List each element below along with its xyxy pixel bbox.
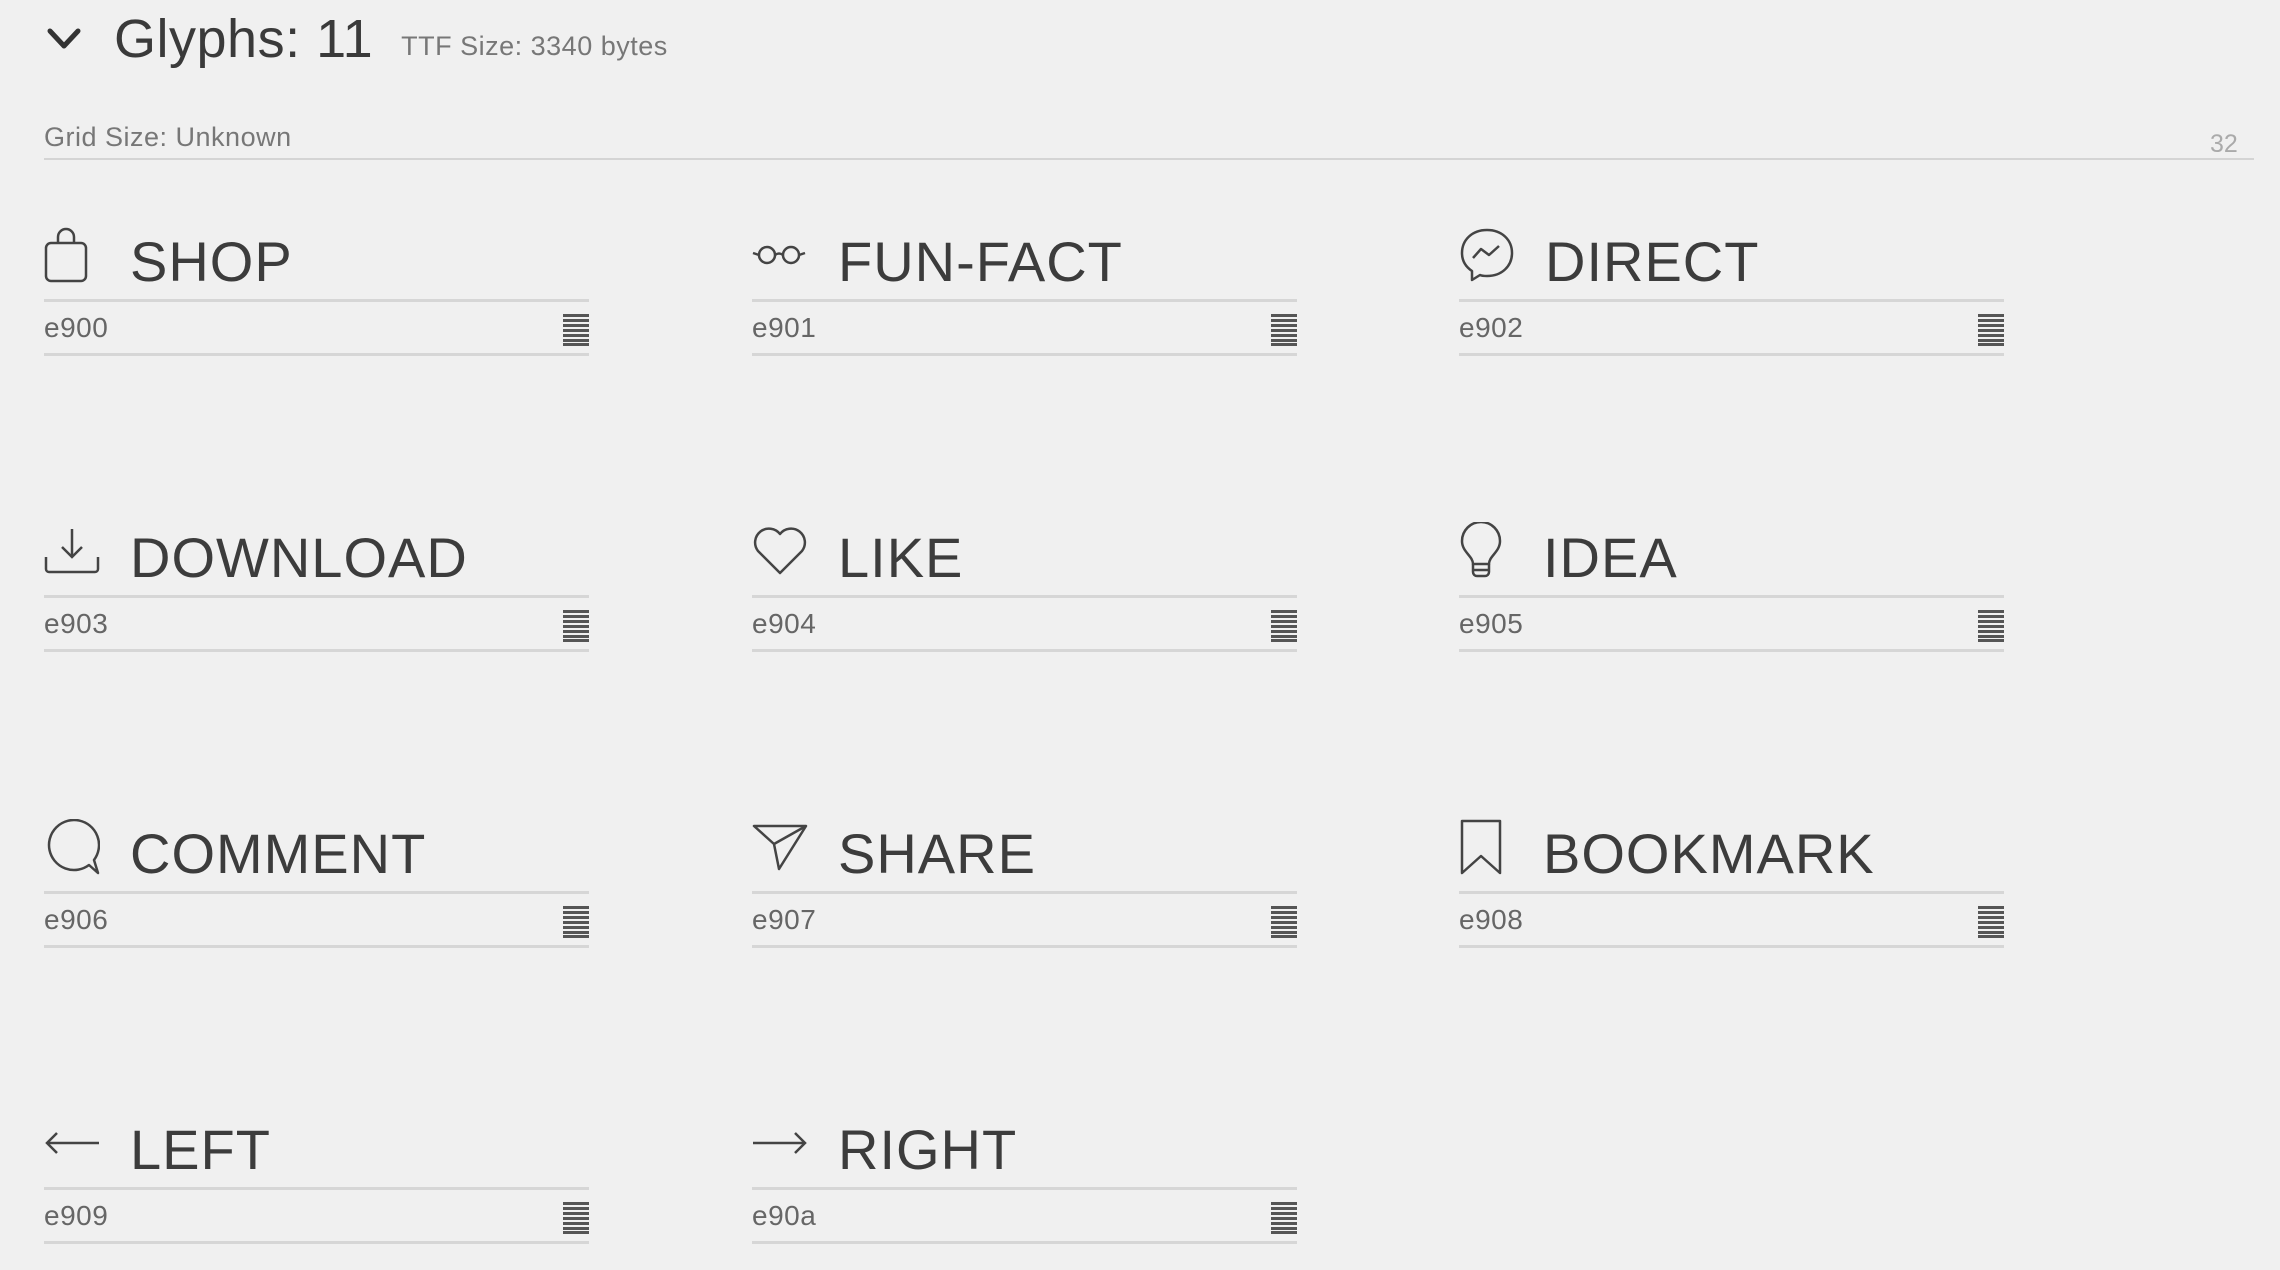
glyph-code[interactable]: e905 [1459, 608, 1523, 640]
glyph-header: RIGHT [752, 1098, 1297, 1190]
glyph-header: FUN-FACT [752, 210, 1297, 302]
menu-icon[interactable] [563, 1202, 589, 1234]
glyph-code[interactable]: e90a [752, 1200, 816, 1232]
glyph-code-row: e907 [752, 894, 1297, 948]
glyph-code-row: e90a [752, 1190, 1297, 1244]
glyph-header: SHOP [44, 210, 589, 302]
glyph-header: COMMENT [44, 802, 589, 894]
grid-size-row: Grid Size: Unknown 32 [44, 118, 2254, 160]
menu-icon[interactable] [1271, 906, 1297, 938]
glyph-name[interactable]: DIRECT [1545, 229, 1759, 294]
glyph-code-row: e904 [752, 598, 1297, 652]
glyph-card[interactable]: LEFT e909 [44, 1098, 589, 1258]
paper-plane-icon [752, 819, 808, 875]
glyph-code-row: e908 [1459, 894, 2004, 948]
glyph-card[interactable]: SHOP e900 [44, 210, 589, 370]
arrow-right-icon [752, 1115, 808, 1171]
glyph-code-row: e900 [44, 302, 589, 356]
menu-icon[interactable] [563, 906, 589, 938]
glyph-code[interactable]: e909 [44, 1200, 108, 1232]
glyph-header: DIRECT [1459, 210, 2004, 302]
glyph-code[interactable]: e907 [752, 904, 816, 936]
glyph-name[interactable]: FUN-FACT [838, 229, 1123, 294]
glyph-code[interactable]: e904 [752, 608, 816, 640]
glyph-code[interactable]: e902 [1459, 312, 1523, 344]
glyph-name[interactable]: IDEA [1543, 525, 1678, 590]
chevron-down-icon[interactable] [44, 19, 84, 59]
glyph-name[interactable]: DOWNLOAD [130, 525, 468, 590]
grid-size-label: Grid Size: Unknown [44, 122, 292, 152]
glyph-card[interactable]: DOWNLOAD e903 [44, 506, 589, 666]
glyphs-header: Glyphs: 11 TTF Size: 3340 bytes [44, 6, 668, 72]
bookmark-icon [1459, 819, 1515, 875]
glyph-header: SHARE [752, 802, 1297, 894]
lightbulb-icon [1459, 521, 1515, 579]
glyph-code-row: e901 [752, 302, 1297, 356]
glyph-code[interactable]: e900 [44, 312, 108, 344]
arrow-left-icon [44, 1115, 100, 1171]
glyph-name[interactable]: RIGHT [838, 1117, 1017, 1182]
download-icon [44, 523, 100, 579]
glyph-card[interactable]: DIRECT e902 [1459, 210, 2004, 370]
glyph-code[interactable]: e901 [752, 312, 816, 344]
menu-icon[interactable] [1978, 906, 2004, 938]
glyph-name[interactable]: SHARE [838, 821, 1036, 886]
menu-icon[interactable] [1978, 314, 2004, 346]
glyph-card[interactable]: FUN-FACT e901 [752, 210, 1297, 370]
menu-icon[interactable] [1271, 314, 1297, 346]
glyph-code-row: e902 [1459, 302, 2004, 356]
glyph-header: BOOKMARK [1459, 802, 2004, 894]
glyph-header: IDEA [1459, 506, 2004, 598]
glyph-name[interactable]: BOOKMARK [1543, 821, 1875, 886]
glasses-icon [752, 227, 808, 283]
glyph-code-row: e909 [44, 1190, 589, 1244]
glyph-code-row: e906 [44, 894, 589, 948]
menu-icon[interactable] [563, 610, 589, 642]
messenger-icon [1459, 227, 1515, 283]
glyph-card[interactable]: BOOKMARK e908 [1459, 802, 2004, 962]
glyph-count-title: Glyphs: 11 [114, 9, 374, 69]
ttf-size-label: TTF Size: 3340 bytes [401, 30, 668, 61]
glyph-card[interactable]: SHARE e907 [752, 802, 1297, 962]
glyph-name[interactable]: SHOP [130, 229, 293, 294]
heart-icon [752, 523, 808, 579]
glyph-code-row: e905 [1459, 598, 2004, 652]
glyph-header: LEFT [44, 1098, 589, 1190]
comment-icon [44, 818, 100, 875]
glyph-card[interactable]: COMMENT e906 [44, 802, 589, 962]
glyph-code-row: e903 [44, 598, 589, 652]
glyph-name[interactable]: COMMENT [130, 821, 426, 886]
grid-size-input[interactable]: 32 [2210, 130, 2244, 159]
glyph-header: DOWNLOAD [44, 506, 589, 598]
glyph-code[interactable]: e908 [1459, 904, 1523, 936]
menu-icon[interactable] [1271, 1202, 1297, 1234]
glyph-name[interactable]: LIKE [838, 525, 963, 590]
glyph-card[interactable]: RIGHT e90a [752, 1098, 1297, 1258]
shopping-bag-icon [44, 227, 100, 283]
glyph-header: LIKE [752, 506, 1297, 598]
menu-icon[interactable] [1978, 610, 2004, 642]
glyph-code[interactable]: e906 [44, 904, 108, 936]
menu-icon[interactable] [1271, 610, 1297, 642]
glyph-card[interactable]: IDEA e905 [1459, 506, 2004, 666]
glyph-name[interactable]: LEFT [130, 1117, 271, 1182]
menu-icon[interactable] [563, 314, 589, 346]
glyph-card[interactable]: LIKE e904 [752, 506, 1297, 666]
glyph-code[interactable]: e903 [44, 608, 108, 640]
